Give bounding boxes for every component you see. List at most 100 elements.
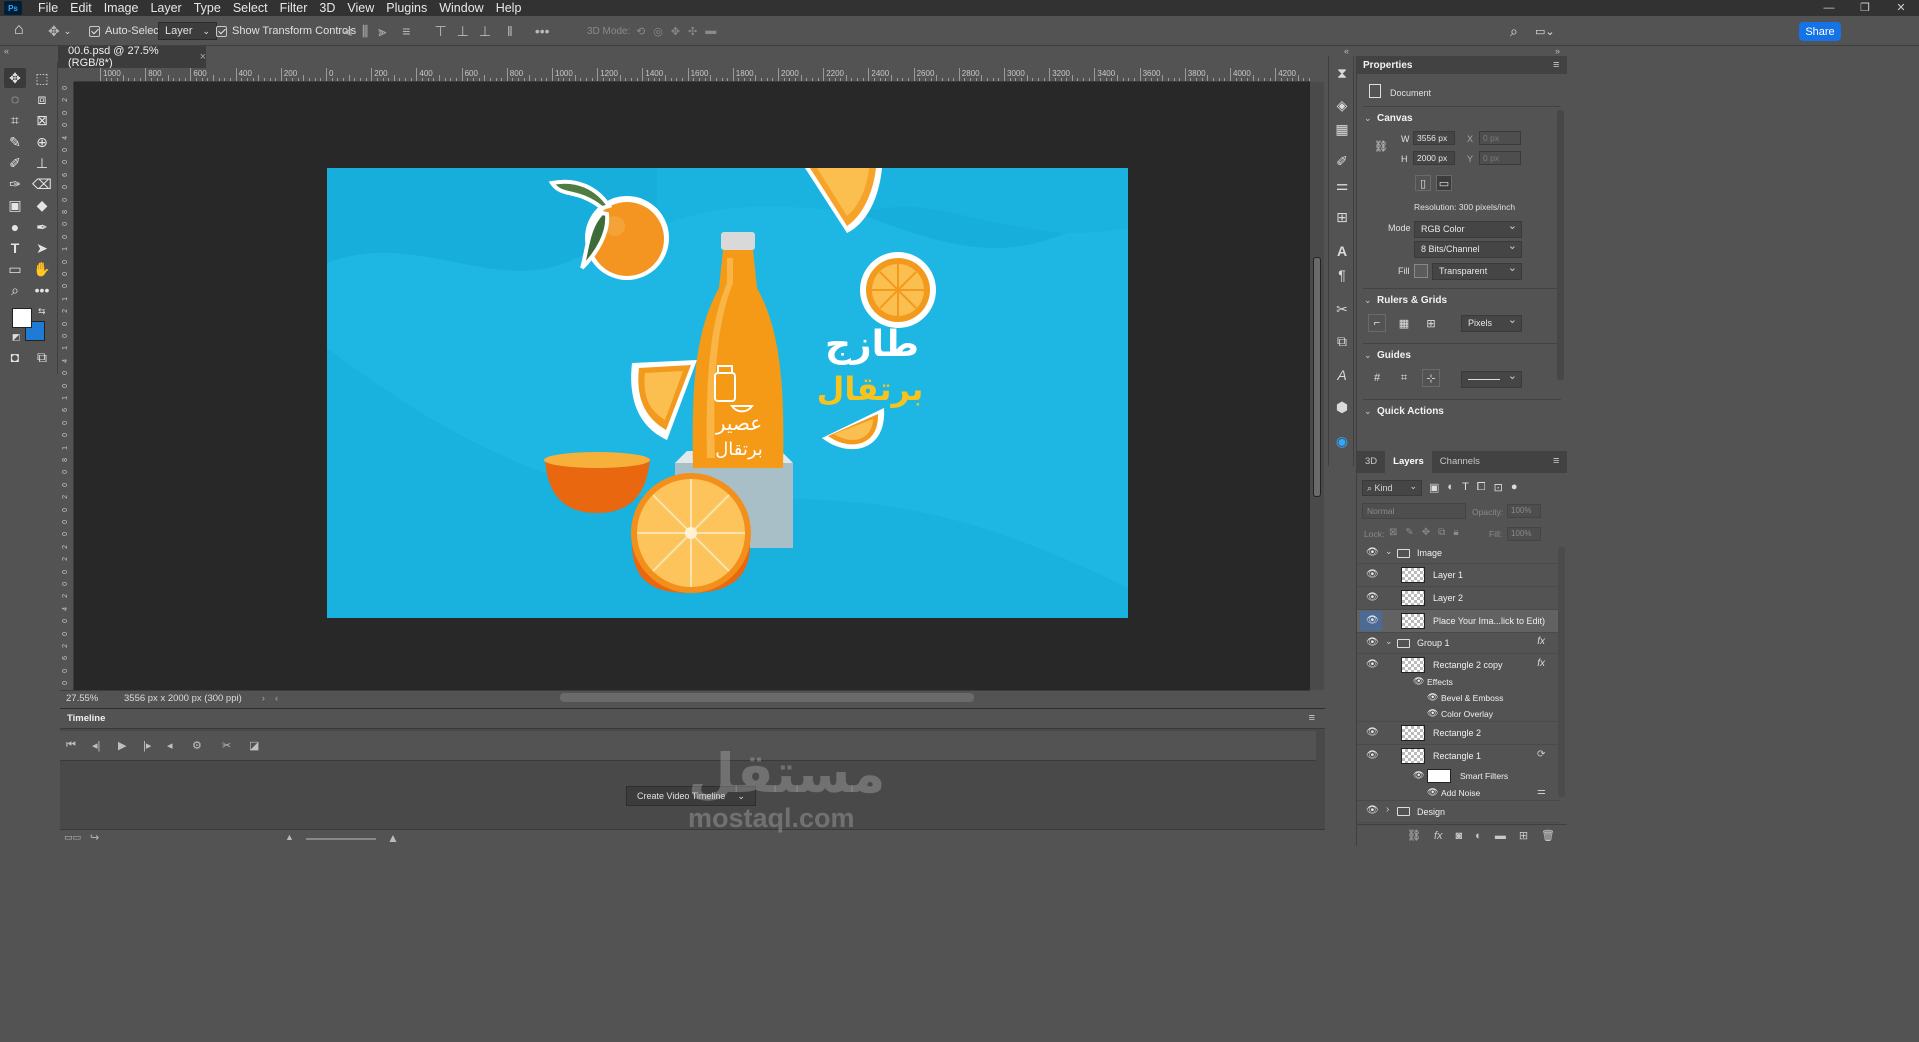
scroll-thumb[interactable] — [1313, 257, 1321, 497]
move-tool-preset-icon[interactable]: ✥ ⌄ — [48, 22, 71, 40]
settings-gear-icon[interactable]: ⚙ — [192, 739, 202, 752]
discover-icon[interactable]: ◉ — [1333, 432, 1351, 450]
width-input[interactable]: 3556 px — [1413, 131, 1455, 145]
rulers-toggle-icon[interactable]: ⌐ — [1368, 314, 1386, 332]
link-dimensions-icon[interactable]: ⛓ — [1374, 140, 1388, 153]
document-tab[interactable]: 00.6.psd @ 27.5% (RGB/8*) × — [58, 45, 206, 69]
delete-layer-icon[interactable]: 🗑︎ — [1541, 829, 1555, 842]
eye-icon[interactable]: 👁︎ — [1366, 637, 1379, 648]
ruler-units-dropdown[interactable]: Pixels — [1461, 313, 1522, 332]
layer-row[interactable]: 👁︎ ⌄ Group 1 fx — [1357, 633, 1561, 654]
canvas-collapse-icon[interactable]: ⌄ — [1364, 113, 1372, 124]
align-bottom-icon[interactable]: ⊥ — [479, 23, 491, 40]
crop-tool-icon[interactable]: ⌗ — [4, 110, 26, 130]
brush-tool-icon[interactable]: ✐ — [4, 153, 26, 173]
eye-icon[interactable]: 👁︎ — [1366, 615, 1379, 626]
zoom-level[interactable]: 27.55% — [66, 693, 116, 704]
move-tool-icon[interactable]: ✥ — [4, 68, 26, 88]
effect-row[interactable]: 👁︎ Color Overlay — [1357, 706, 1561, 722]
search-icon[interactable]: ⌕ — [1510, 22, 1518, 40]
eye-icon[interactable]: 👁︎ — [1427, 708, 1438, 719]
share-button[interactable]: Share — [1799, 22, 1841, 41]
zoom-out-icon[interactable]: ▲ — [285, 832, 294, 842]
zoom-tool-icon[interactable]: ⌕ — [4, 280, 26, 300]
distribute-icon[interactable]: ≡ — [402, 23, 410, 39]
rulers-grids-section-title[interactable]: Rulers & Grids — [1377, 295, 1447, 306]
marquee-tool-icon[interactable]: ⬚ — [31, 68, 53, 88]
menu-select[interactable]: Select — [227, 0, 274, 16]
layer-row[interactable]: 👁︎ Rectangle 1 ⟳ — [1357, 745, 1561, 768]
tab-channels[interactable]: Channels — [1432, 451, 1488, 473]
menu-layer[interactable]: Layer — [144, 0, 187, 16]
menu-edit[interactable]: Edit — [64, 0, 98, 16]
eye-icon[interactable]: 👁︎ — [1427, 787, 1438, 798]
play-icon[interactable]: ▶ — [118, 739, 126, 752]
layer-row[interactable]: 👁︎ ⌄ Image — [1357, 543, 1561, 564]
landscape-orientation-icon[interactable]: ▭ — [1436, 175, 1452, 191]
layer-filter-dropdown[interactable]: ⌕ Kind ⌄ — [1362, 480, 1422, 496]
menu-filter[interactable]: Filter — [274, 0, 314, 16]
menu-plugins[interactable]: Plugins — [380, 0, 433, 16]
quick-actions-section-title[interactable]: Quick Actions — [1377, 406, 1444, 417]
collapse-panels-icon[interactable]: « — [1344, 46, 1349, 56]
eye-icon[interactable]: 👁︎ — [1366, 592, 1379, 603]
chevron-left-icon[interactable]: ‹ — [275, 693, 278, 704]
frame-tool-icon[interactable]: ⊠ — [31, 110, 53, 130]
canvas-section-title[interactable]: Canvas — [1377, 113, 1413, 124]
fx-icon[interactable]: fx — [1537, 658, 1545, 669]
filter-adjustment-icon[interactable]: ◐ — [1447, 481, 1454, 494]
grid-panel-icon[interactable]: ▦ — [1333, 120, 1351, 138]
x-input[interactable]: 0 px — [1479, 131, 1521, 145]
layer-row[interactable]: 👁︎ Rectangle 2 copy fx — [1357, 654, 1561, 677]
3d-panel-icon[interactable]: ◈ — [1333, 96, 1351, 114]
effects-row[interactable]: 👁︎ Effects — [1357, 675, 1561, 690]
lock-artboard-icon[interactable]: ⧉ — [1438, 527, 1445, 538]
bit-depth-dropdown[interactable]: 8 Bits/Channel — [1414, 239, 1522, 258]
y-input[interactable]: 0 px — [1479, 151, 1521, 165]
new-group-icon[interactable]: ▬ — [1495, 830, 1506, 842]
panel-menu-icon[interactable]: ≡ — [1553, 59, 1559, 71]
orbit-3d-icon[interactable]: ⟲ — [636, 25, 645, 38]
properties-title[interactable]: Properties — [1363, 60, 1412, 71]
foreground-color-swatch[interactable] — [12, 308, 32, 328]
chevron-right-icon[interactable]: › — [1386, 804, 1389, 815]
guide-layout-icon[interactable]: ⊹ — [1422, 369, 1440, 387]
blur-tool-icon[interactable]: ◆ — [31, 195, 53, 215]
menu-help[interactable]: Help — [490, 0, 528, 16]
menu-image[interactable]: Image — [98, 0, 145, 16]
fill-swatch[interactable] — [1414, 264, 1428, 278]
guides-section-title[interactable]: Guides — [1377, 350, 1411, 361]
ruler-left[interactable]: 0 2 0 0 4 0 0 6 0 0 8 0 0 1 0 0 0 1 2 0 0 1 4 0 0 1 6 0 0 1 8 0 0 2 0 0 0 2 2 0… — [60, 82, 74, 692]
show-transform-checkbox[interactable]: Show Transform Controls — [216, 22, 356, 40]
portrait-orientation-icon[interactable]: ▯ — [1415, 175, 1431, 191]
guides-collapse-icon[interactable]: ⌄ — [1364, 350, 1372, 361]
fill-input[interactable]: 100% — [1507, 527, 1541, 541]
first-frame-icon[interactable]: ⏮ — [66, 739, 76, 752]
screen-mode-icon[interactable]: ⧉ — [31, 347, 53, 367]
home-icon[interactable]: ⌂ — [14, 21, 24, 39]
guide-style-dropdown[interactable] — [1461, 369, 1522, 388]
clone-source-icon[interactable]: ⊞ — [1333, 208, 1351, 226]
rulers-collapse-icon[interactable]: ⌄ — [1364, 295, 1372, 306]
minimize-icon[interactable]: — — [1811, 0, 1847, 16]
filter-pixel-icon[interactable]: ▣ — [1429, 481, 1439, 494]
layer-row-selected[interactable]: 👁︎ Place Your Ima...lick to Edit) — [1357, 610, 1561, 633]
chevron-right-icon[interactable]: › — [262, 693, 265, 704]
chevron-down-icon[interactable]: ⌄ — [1385, 636, 1393, 647]
eye-icon[interactable]: 👁︎ — [1366, 805, 1379, 816]
opacity-input[interactable]: 100% — [1507, 504, 1541, 518]
lock-transparent-icon[interactable]: ⊠ — [1389, 527, 1397, 538]
smart-guides-icon[interactable]: ⌗ — [1395, 369, 1413, 387]
fx-icon[interactable]: fx — [1537, 636, 1545, 647]
collapse-toolbar-icon[interactable]: « — [4, 46, 9, 56]
previous-frame-icon[interactable]: ◂| — [92, 739, 100, 752]
grid-toggle-icon[interactable]: ▦ — [1395, 314, 1413, 332]
filter-mask-thumbnail[interactable] — [1427, 769, 1451, 783]
libraries-icon[interactable]: ⧉ — [1333, 332, 1351, 350]
layer-row[interactable]: 👁︎ Layer 1 — [1357, 564, 1561, 587]
transition-icon[interactable]: ◪ — [249, 739, 259, 752]
pixel-grid-toggle-icon[interactable]: ⊞ — [1422, 314, 1440, 332]
canvas-horizontal-scroll-thumb[interactable] — [560, 693, 974, 702]
tab-layers[interactable]: Layers — [1385, 451, 1432, 473]
more-tools-icon[interactable]: ••• — [31, 280, 53, 300]
